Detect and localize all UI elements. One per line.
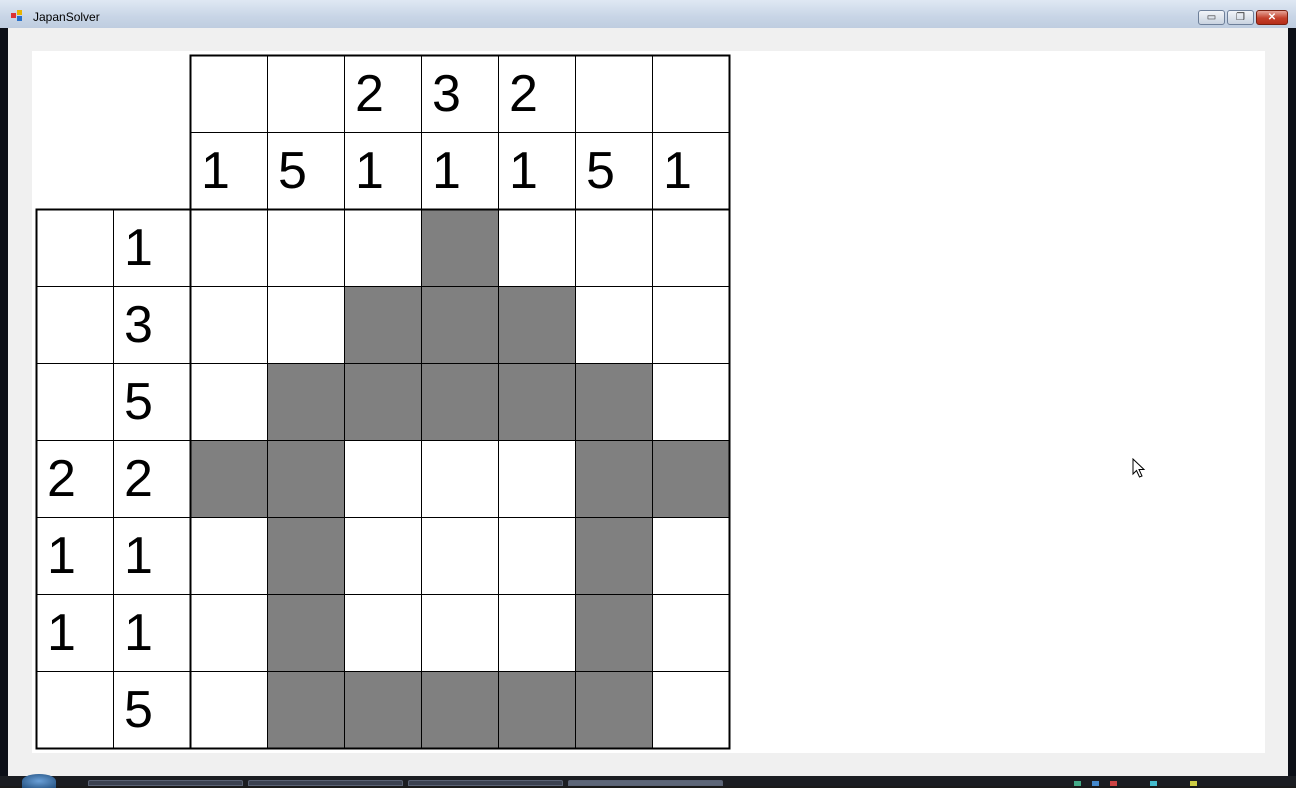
grid-cell-filled[interactable] xyxy=(267,594,345,672)
grid-cell-empty[interactable] xyxy=(498,209,576,287)
client-area: 15213121511352211115 xyxy=(8,28,1288,776)
grid-cell-filled[interactable] xyxy=(267,517,345,595)
grid-cell-empty[interactable] xyxy=(652,209,730,287)
column-clue-number: 5 xyxy=(278,142,307,200)
grid-cell-empty[interactable] xyxy=(267,209,345,287)
row-clue-number: 5 xyxy=(124,681,153,739)
row-clue-cell[interactable] xyxy=(36,363,114,441)
grid-cell-empty[interactable] xyxy=(421,517,499,595)
grid-cell-empty[interactable] xyxy=(575,209,653,287)
row-clue-number: 2 xyxy=(124,450,153,508)
app-icon xyxy=(11,10,23,21)
grid-cell-filled[interactable] xyxy=(575,594,653,672)
grid-cell-empty[interactable] xyxy=(421,440,499,518)
grid-cell-empty[interactable] xyxy=(190,594,268,672)
grid-cell-filled[interactable] xyxy=(267,363,345,441)
grid-cell-empty[interactable] xyxy=(190,363,268,441)
grid-cell-filled[interactable] xyxy=(344,363,422,441)
row-clue-cell[interactable] xyxy=(36,286,114,364)
grid-cell-filled[interactable] xyxy=(190,440,268,518)
tray-icon[interactable] xyxy=(1150,781,1157,786)
grid-cell-filled[interactable] xyxy=(267,671,345,749)
grid-cell-filled[interactable] xyxy=(652,440,730,518)
restore-button[interactable]: ❐ xyxy=(1227,10,1254,25)
grid-cell-filled[interactable] xyxy=(498,286,576,364)
window-title: JapanSolver xyxy=(33,10,100,24)
row-clue-number: 1 xyxy=(124,604,153,662)
grid-cell-empty[interactable] xyxy=(652,363,730,441)
row-clue-number: 2 xyxy=(47,450,76,508)
grid-cell-empty[interactable] xyxy=(421,594,499,672)
row-clue-number: 5 xyxy=(124,373,153,431)
row-clue-number: 1 xyxy=(47,527,76,585)
grid-cell-empty[interactable] xyxy=(652,517,730,595)
minimize-button[interactable]: ▭ xyxy=(1198,10,1225,25)
row-clue-number: 1 xyxy=(124,527,153,585)
column-clue-number: 1 xyxy=(663,142,692,200)
grid-cell-empty[interactable] xyxy=(190,671,268,749)
column-clue-number: 1 xyxy=(355,142,384,200)
row-clue-number: 3 xyxy=(124,296,153,354)
tray-icon[interactable] xyxy=(1092,781,1099,786)
grid-cell-empty[interactable] xyxy=(344,517,422,595)
column-clue-number: 1 xyxy=(432,142,461,200)
grid-cell-filled[interactable] xyxy=(344,671,422,749)
column-clue-number: 1 xyxy=(509,142,538,200)
column-clue-number: 1 xyxy=(201,142,230,200)
grid-cell-empty[interactable] xyxy=(498,594,576,672)
grid-cell-empty[interactable] xyxy=(652,594,730,672)
close-button[interactable]: ✕ xyxy=(1256,10,1288,25)
nonogram-board[interactable]: 1 5213121 5 11352 21 11 15 xyxy=(32,51,1265,753)
column-clue-cell[interactable] xyxy=(652,55,730,133)
column-clue-cell[interactable] xyxy=(575,55,653,133)
grid-cell-filled[interactable] xyxy=(421,209,499,287)
column-clue-number: 2 xyxy=(355,65,384,123)
taskbar-button-active[interactable] xyxy=(568,780,723,786)
grid-cell-filled[interactable] xyxy=(575,671,653,749)
column-clue-number: 2 xyxy=(509,65,538,123)
row-clue-number: 1 xyxy=(47,604,76,662)
grid-cell-empty[interactable] xyxy=(344,594,422,672)
grid-cell-filled[interactable] xyxy=(575,363,653,441)
taskbar-button[interactable] xyxy=(88,780,243,786)
grid-cell-empty[interactable] xyxy=(498,517,576,595)
column-clue-number: 3 xyxy=(432,65,461,123)
grid-cell-empty[interactable] xyxy=(190,286,268,364)
grid-cell-empty[interactable] xyxy=(652,286,730,364)
application-window: JapanSolver ▭ ❐ ✕ 15213121511352211115 xyxy=(0,0,1296,776)
column-clue-number: 5 xyxy=(586,142,615,200)
column-clue-cell[interactable] xyxy=(190,55,268,133)
taskbar xyxy=(0,776,1296,786)
row-clue-cell[interactable] xyxy=(36,209,114,287)
grid-cell-filled[interactable] xyxy=(344,286,422,364)
grid-cell-filled[interactable] xyxy=(421,671,499,749)
grid-cell-empty[interactable] xyxy=(190,209,268,287)
grid-cell-filled[interactable] xyxy=(575,440,653,518)
tray-icon[interactable] xyxy=(1190,781,1197,786)
grid-cell-filled[interactable] xyxy=(421,363,499,441)
tray-icon[interactable] xyxy=(1074,781,1081,786)
row-clue-cell[interactable] xyxy=(36,671,114,749)
taskbar-button[interactable] xyxy=(248,780,403,786)
grid-cell-filled[interactable] xyxy=(498,671,576,749)
grid-cell-empty[interactable] xyxy=(190,517,268,595)
grid-cell-empty[interactable] xyxy=(344,209,422,287)
grid-cell-filled[interactable] xyxy=(498,363,576,441)
taskbar-button[interactable] xyxy=(408,780,563,786)
title-bar[interactable]: JapanSolver ▭ ❐ ✕ xyxy=(0,0,1296,28)
tray-icon[interactable] xyxy=(1110,781,1117,786)
puzzle-panel[interactable]: 15213121511352211115 xyxy=(32,51,1265,753)
column-clue-cell[interactable] xyxy=(267,55,345,133)
grid-cell-empty[interactable] xyxy=(652,671,730,749)
grid-cell-empty[interactable] xyxy=(498,440,576,518)
grid-cell-filled[interactable] xyxy=(575,517,653,595)
row-clue-number: 1 xyxy=(124,219,153,277)
grid-cell-empty[interactable] xyxy=(344,440,422,518)
grid-cell-filled[interactable] xyxy=(267,440,345,518)
grid-cell-empty[interactable] xyxy=(267,286,345,364)
grid-cell-empty[interactable] xyxy=(575,286,653,364)
grid-cell-filled[interactable] xyxy=(421,286,499,364)
mouse-pointer-icon xyxy=(1132,458,1146,478)
